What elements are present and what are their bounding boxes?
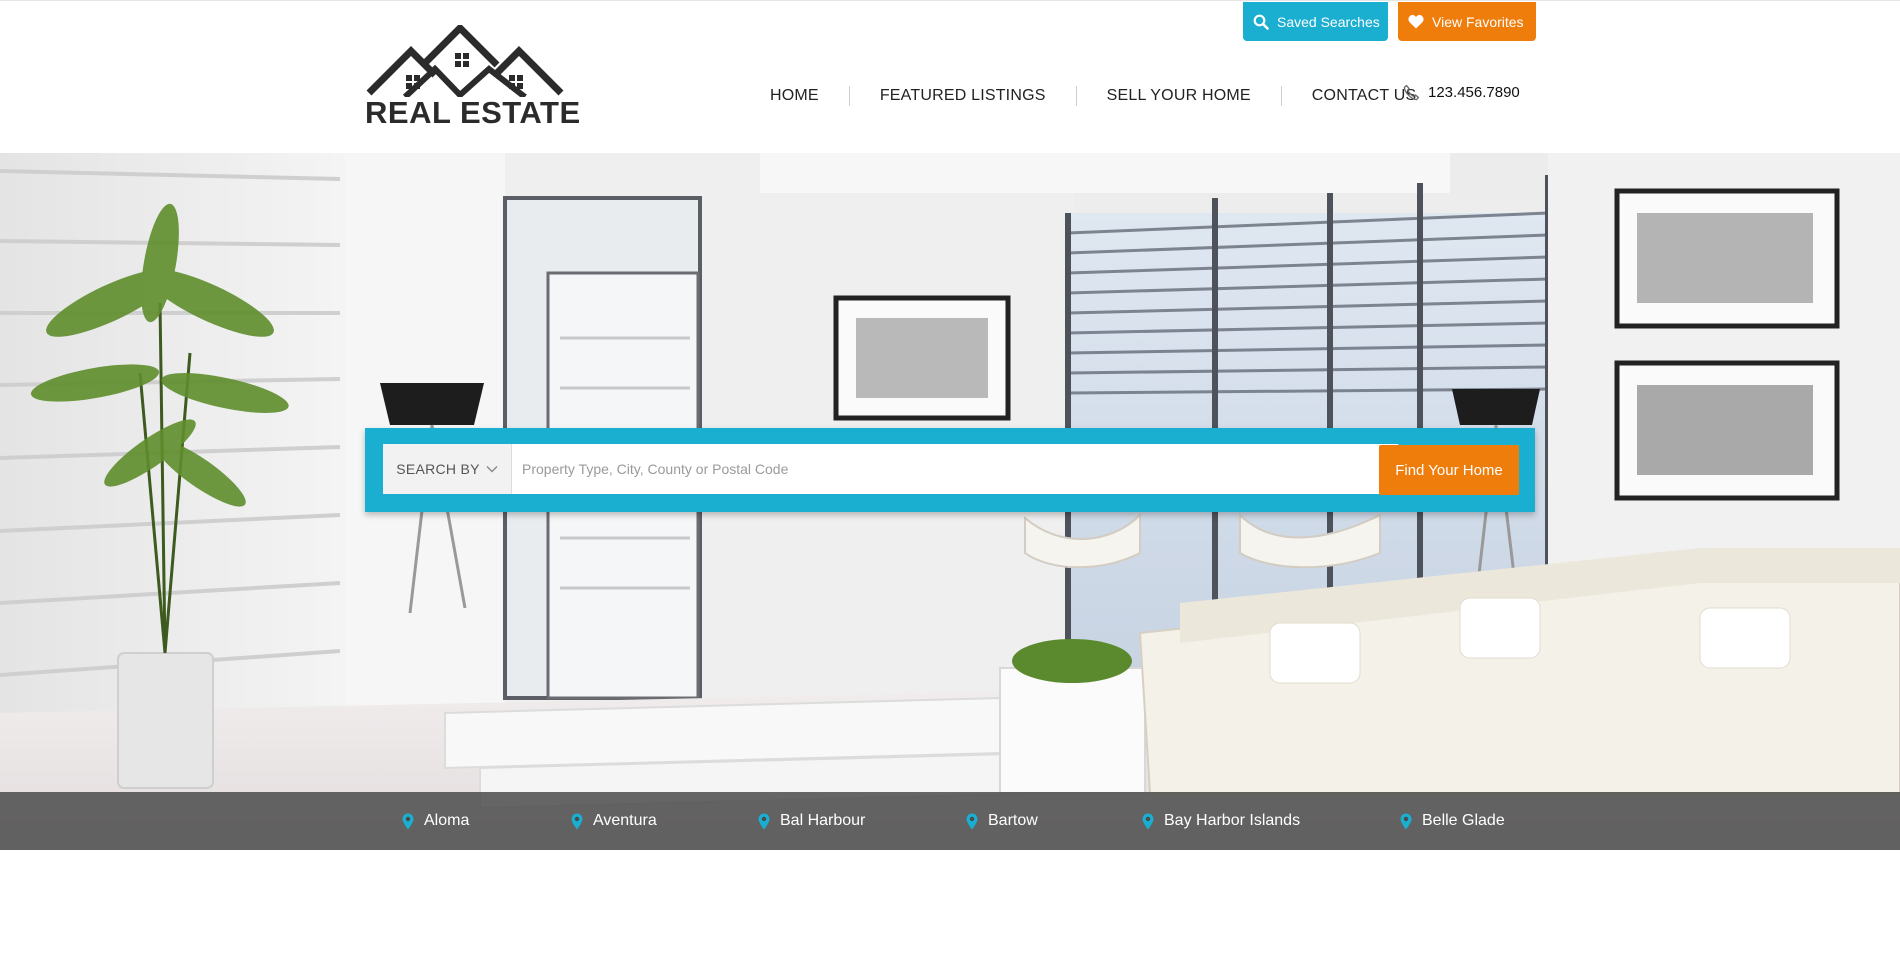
find-your-home-button[interactable]: Find Your Home [1379,445,1519,495]
site-logo[interactable]: REAL ESTATE [365,25,581,130]
city-label: Bal Harbour [780,812,866,829]
map-pin-icon [571,813,583,829]
phone-link[interactable]: 123.456.7890 [1403,84,1520,101]
house-roof-icon [366,25,564,97]
property-search-panel: SEARCH BY Find Your Home [365,428,1535,512]
site-header: REAL ESTATE Saved Searches View Favorite… [0,0,1900,153]
search-icon [1253,14,1269,30]
map-pin-icon [402,813,414,829]
nav-featured-listings[interactable]: FEATURED LISTINGS [850,87,1076,105]
saved-searches-label: Saved Searches [1277,13,1380,30]
city-label: Aloma [424,812,470,829]
nav-home[interactable]: HOME [740,87,849,105]
city-label: Bay Harbor Islands [1164,812,1301,829]
phone-icon [1403,84,1420,101]
saved-searches-button[interactable]: Saved Searches [1243,2,1388,41]
city-link-aventura[interactable]: Aventura [571,792,657,850]
search-box: SEARCH BY [383,444,1399,494]
search-by-dropdown[interactable]: SEARCH BY [383,444,512,494]
hero-banner: SEARCH BY Find Your Home Aloma Aventura … [0,153,1900,850]
nav-sell-your-home[interactable]: SELL YOUR HOME [1077,87,1281,105]
city-link-aloma[interactable]: Aloma [402,792,469,850]
main-nav: HOME FEATURED LISTINGS SELL YOUR HOME CO… [740,85,1446,107]
chevron-down-icon [486,466,498,473]
map-pin-icon [1400,813,1412,829]
view-favorites-button[interactable]: View Favorites [1398,2,1536,41]
phone-number: 123.456.7890 [1428,84,1520,101]
city-link-bartow[interactable]: Bartow [966,792,1038,850]
logo-wordmark: REAL ESTATE [365,95,581,130]
map-pin-icon [1142,813,1154,829]
city-links-bar: Aloma Aventura Bal Harbour Bartow Bay Ha… [0,792,1900,850]
city-link-belle-glade[interactable]: Belle Glade [1400,792,1505,850]
city-link-bay-harbor-islands[interactable]: Bay Harbor Islands [1142,792,1300,850]
search-input[interactable] [512,444,1399,494]
search-by-label: SEARCH BY [396,461,480,477]
view-favorites-label: View Favorites [1432,13,1524,30]
city-label: Bartow [988,812,1038,829]
map-pin-icon [758,813,770,829]
city-label: Belle Glade [1422,812,1505,829]
city-link-bal-harbour[interactable]: Bal Harbour [758,792,865,850]
map-pin-icon [966,813,978,829]
city-label: Aventura [593,812,657,829]
heart-icon [1408,15,1424,29]
